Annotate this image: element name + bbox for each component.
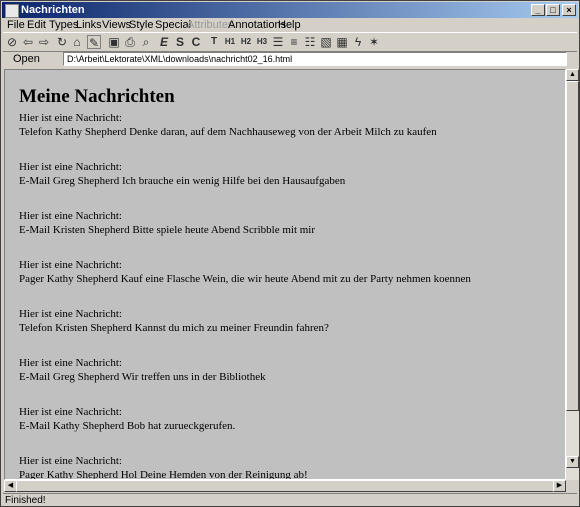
find-icon[interactable]: ⌕ — [139, 35, 153, 49]
menu-links[interactable]: Links — [76, 19, 102, 31]
window-title: Nachrichten — [21, 4, 85, 16]
message-item: Hier ist eine Nachricht: Telefon Kristen… — [19, 307, 559, 356]
message-item: Hier ist eine Nachricht: E-Mail Kathy Sh… — [19, 405, 559, 454]
application-window: Nachrichten _ □ × File Edit Types Links … — [0, 0, 580, 507]
math-icon[interactable]: ✶ — [367, 35, 381, 49]
message-item: Hier ist eine Nachricht: Pager Kathy She… — [19, 258, 559, 307]
menu-attributes[interactable]: Attributes — [187, 19, 233, 31]
code-icon[interactable]: C — [189, 35, 203, 49]
message-body: E-Mail Kathy Shepherd Bob hat zurueckger… — [19, 420, 236, 432]
home-icon[interactable]: ⌂ — [70, 35, 84, 49]
menu-file[interactable]: File — [7, 19, 25, 31]
image-icon[interactable]: ▧ — [319, 35, 333, 49]
message-body: Pager Kathy Shepherd Kauf eine Flasche W… — [19, 273, 471, 285]
definition-list-icon[interactable]: ☷ — [303, 35, 317, 49]
bullet-list-icon[interactable]: ☰ — [271, 35, 285, 49]
document-view[interactable]: Meine Nachrichten Hier ist eine Nachrich… — [4, 69, 566, 480]
forward-icon[interactable]: ⇨ — [37, 35, 51, 49]
title-bar[interactable]: Nachrichten _ □ × — [2, 2, 578, 18]
open-url-bar: Open D:\Arbeit\Lektorate\XML\downloads\n… — [3, 51, 577, 68]
message-intro: Hier ist eine Nachricht: — [19, 357, 122, 369]
menu-edit[interactable]: Edit — [27, 19, 46, 31]
message-body: E-Mail Greg Shepherd Ich brauche ein wen… — [19, 175, 346, 187]
message-body: Telefon Kathy Shepherd Denke daran, auf … — [19, 126, 437, 138]
document-heading: Meine Nachrichten — [19, 86, 175, 107]
numbered-list-icon[interactable]: ≡ — [287, 35, 301, 49]
h1-icon[interactable]: H1 — [223, 35, 237, 49]
table-icon[interactable]: ▦ — [335, 35, 349, 49]
scroll-down-arrow-icon[interactable]: ▼ — [566, 456, 579, 468]
strong-icon[interactable]: S — [173, 35, 187, 49]
message-item: Hier ist eine Nachricht: E-Mail Greg She… — [19, 356, 559, 405]
message-intro: Hier ist eine Nachricht: — [19, 455, 122, 467]
h2-icon[interactable]: H2 — [239, 35, 253, 49]
horizontal-scroll-thumb[interactable] — [16, 480, 554, 492]
vertical-scroll-thumb[interactable] — [566, 81, 579, 411]
message-intro: Hier ist eine Nachricht: — [19, 406, 122, 418]
message-list: Hier ist eine Nachricht: Telefon Kathy S… — [19, 111, 559, 480]
menu-bar: File Edit Types Links Views Style Specia… — [3, 18, 577, 32]
minimize-button[interactable]: _ — [531, 4, 545, 16]
message-body: E-Mail Greg Shepherd Wir treffen uns in … — [19, 371, 266, 383]
back-icon[interactable]: ⇦ — [21, 35, 35, 49]
message-intro: Hier ist eine Nachricht: — [19, 210, 122, 222]
title-icon[interactable]: T — [207, 35, 221, 49]
menu-help[interactable]: Help — [278, 19, 301, 31]
maximize-button[interactable]: □ — [546, 4, 560, 16]
message-intro: Hier ist eine Nachricht: — [19, 161, 122, 173]
status-text: Finished! — [5, 495, 46, 506]
reload-icon[interactable]: ↻ — [55, 35, 69, 49]
menu-style[interactable]: Style — [129, 19, 153, 31]
message-body: Telefon Kristen Shepherd Kannst du mich … — [19, 322, 329, 334]
save-icon[interactable]: ▣ — [107, 35, 121, 49]
message-item: Hier ist eine Nachricht: Pager Kathy She… — [19, 454, 559, 480]
message-body: Pager Kathy Shepherd Hol Deine Hemden vo… — [19, 469, 308, 480]
menu-types[interactable]: Types — [49, 19, 78, 31]
message-intro: Hier ist eine Nachricht: — [19, 112, 122, 124]
url-input[interactable]: D:\Arbeit\Lektorate\XML\downloads\nachri… — [63, 52, 567, 66]
menu-special[interactable]: Special — [155, 19, 191, 31]
message-item: Hier ist eine Nachricht: E-Mail Kristen … — [19, 209, 559, 258]
scroll-up-arrow-icon[interactable]: ▲ — [566, 69, 579, 81]
print-icon[interactable]: ⎙ — [123, 35, 137, 49]
toolbar: ⊘ ⇦ ⇨ ↻ ⌂ ✎ ▣ ⎙ ⌕ E S C T H1 H2 H3 ☰ ≡ ☷… — [3, 32, 577, 52]
scroll-right-arrow-icon[interactable]: ▶ — [553, 480, 566, 492]
message-intro: Hier ist eine Nachricht: — [19, 308, 122, 320]
message-body: E-Mail Kristen Shepherd Bitte spiele heu… — [19, 224, 316, 236]
menu-views[interactable]: Views — [102, 19, 131, 31]
horizontal-scrollbar[interactable]: ◀ ▶ — [4, 480, 566, 492]
vertical-scrollbar[interactable]: ▲ ▼ — [566, 69, 579, 480]
close-button[interactable]: × — [562, 4, 576, 16]
open-button[interactable]: Open — [13, 53, 40, 65]
h3-icon[interactable]: H3 — [255, 35, 269, 49]
message-item: Hier ist eine Nachricht: Telefon Kathy S… — [19, 111, 559, 160]
message-intro: Hier ist eine Nachricht: — [19, 259, 122, 271]
edit-toggle-icon[interactable]: ✎ — [87, 35, 101, 50]
link-icon[interactable]: ϟ — [351, 35, 365, 49]
message-item: Hier ist eine Nachricht: E-Mail Greg She… — [19, 160, 559, 209]
status-bar: Finished! — [3, 493, 577, 507]
app-icon[interactable] — [5, 4, 19, 18]
emphasis-icon[interactable]: E — [157, 35, 171, 49]
stop-icon[interactable]: ⊘ — [5, 35, 19, 49]
